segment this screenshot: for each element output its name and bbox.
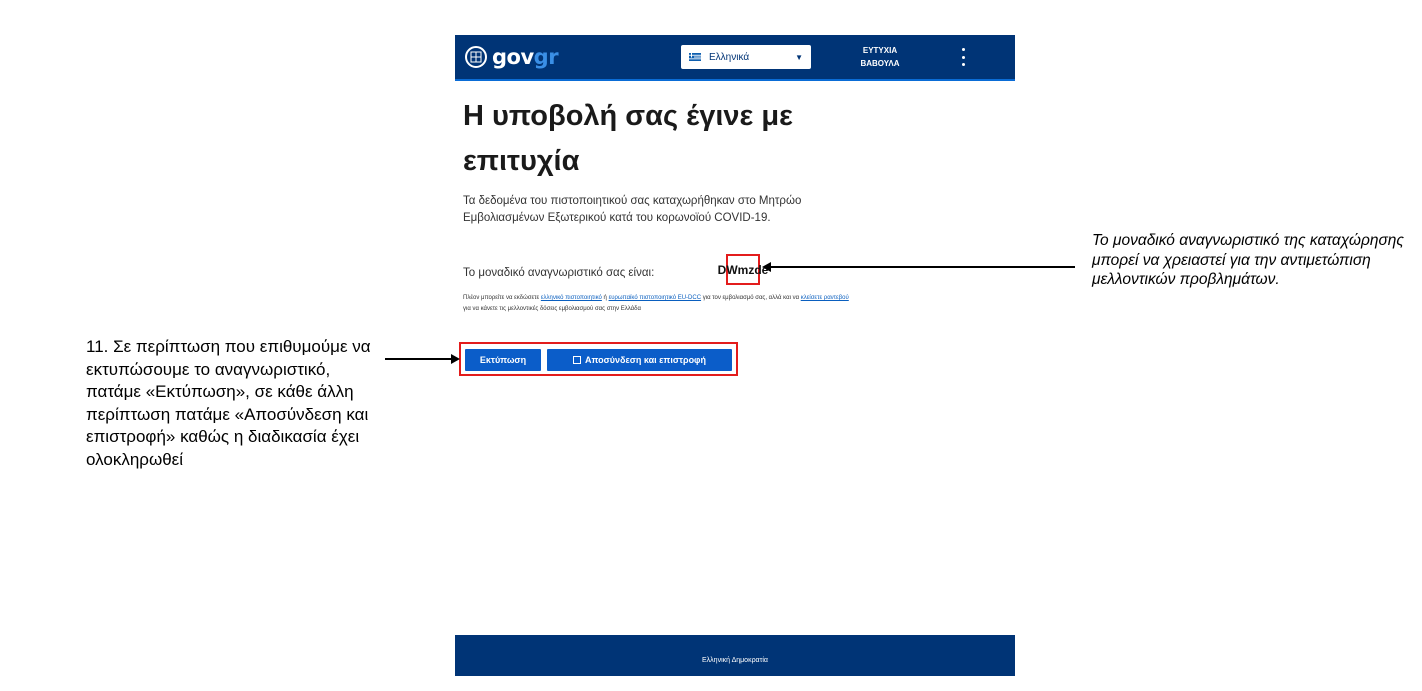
book-appointment-link[interactable]: κλείσετε ραντεβού (801, 295, 849, 301)
page: govgr Ελληνικά ▼ ΕΥΤΥΧΙΑ ΒΑΒΟΥΛΑ Η υποβο… (0, 0, 1422, 691)
user-name: ΕΥΤΥΧΙΑ ΒΑΒΟΥΛΑ (830, 44, 930, 70)
logout-return-label: Αποσύνδεση και επιστροφή (584, 355, 706, 365)
buttons-highlight: Εκτύπωση Αποσύνδεση και επιστροφή (459, 342, 738, 376)
next-steps-part4: για να κάνετε τις μελλοντικές δόσεις εμβ… (463, 305, 641, 312)
user-first-name: ΕΥΤΥΧΙΑ (862, 46, 898, 55)
language-select-value: Ελληνικά (709, 51, 750, 63)
right-annotation-arrow (770, 266, 1075, 268)
left-arrow-head (451, 354, 460, 364)
footer-text: Ελληνική Δημοκρατία (702, 657, 768, 664)
kebab-menu-icon[interactable] (958, 48, 968, 66)
left-annotation-arrow (385, 358, 452, 360)
identifier-highlight: DWmzde (718, 254, 768, 285)
identifier-row: Το μοναδικό αναγνωριστικό σας είναι: (463, 264, 654, 282)
next-steps-part3: για τον εμβολιασμό σας, αλλά και να (701, 295, 801, 301)
logo-wordmark: govgr (492, 45, 559, 69)
confirmation-text: Τα δεδομένα του πιστοποιητικού σας καταχ… (463, 195, 802, 224)
greek-emblem-icon (465, 46, 487, 68)
page-title: Η υποβολή σας έγινε με επιτυχία (463, 100, 793, 177)
identifier-value: DWmzde (717, 262, 769, 277)
site-header: govgr Ελληνικά ▼ ΕΥΤΥΧΙΑ ΒΑΒΟΥΛΑ (455, 35, 1015, 81)
logout-return-button[interactable]: Αποσύνδεση και επιστροφή (547, 349, 732, 371)
next-steps-text: Πλέον μπορείτε να εκδώσετε ελληνικό πιστ… (463, 293, 855, 314)
eu-dcc-certificate-link[interactable]: ευρωπαϊκό πιστοποιητικό EU-DCC (609, 295, 702, 301)
print-button[interactable]: Εκτύπωση (465, 349, 541, 371)
greek-flag-icon (689, 53, 701, 61)
logout-icon (572, 356, 581, 364)
right-arrow-head (762, 262, 771, 272)
identifier-label: Το μοναδικό αναγνωριστικό σας είναι: (463, 267, 655, 279)
language-select[interactable]: Ελληνικά ▼ (681, 45, 811, 69)
next-steps-part2: ή (601, 295, 609, 301)
user-last-name: ΒΑΒΟΥΛΑ (860, 59, 900, 68)
greek-certificate-link[interactable]: ελληνικό πιστοποιητικό (541, 295, 602, 301)
site-footer: Ελληνική Δημοκρατία (455, 635, 1015, 676)
identifier-annotation: Το μοναδικό αναγνωριστικό της καταχώρηση… (1092, 232, 1404, 288)
govgr-logo[interactable]: govgr (465, 44, 559, 70)
buttons-annotation: 11. Σε περίπτωση που επιθυμούμε να εκτυπ… (86, 337, 371, 469)
chevron-down-icon: ▼ (795, 52, 803, 62)
next-steps-part1: Πλέον μπορείτε να εκδώσετε (463, 295, 541, 301)
